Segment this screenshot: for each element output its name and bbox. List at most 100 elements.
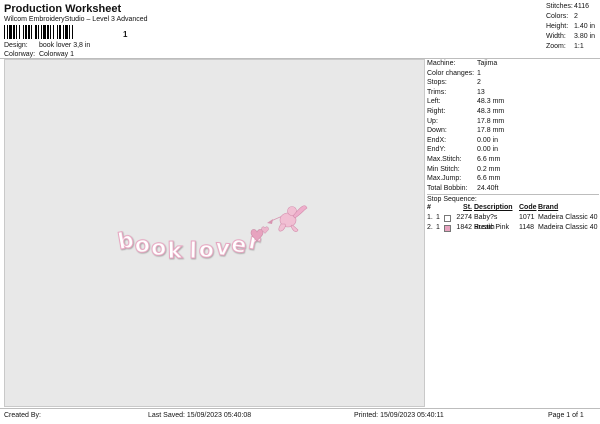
detail-label: Total Bobbin: [427,184,468,192]
detail-row: EndX: 0.00 in [427,136,599,146]
design-label: Design: [4,42,28,49]
design-letter: v [214,235,231,261]
detail-row: Machine: Tajima [427,59,599,69]
col-brand-header: Brand [538,204,559,212]
stat-label: Height: [546,23,569,30]
sequence-brand: Madeira Classic 40 [538,214,598,222]
design-lettering: boo k l o ver [115,227,262,264]
thread-swatch [444,213,452,223]
printed-date: Printed: 15/09/2023 05:40:11 [354,412,444,419]
detail-value: 0.00 in [477,136,499,144]
col-description-header: Description [474,204,513,212]
design-letter: o [198,238,214,264]
col-stop-header [436,203,444,213]
stitch-details-panel: Machine: Tajima Color changes: 1 Stops: 2 Trim… [427,59,599,407]
detail-row: Max.Jump: 6.6 mm [427,174,599,184]
col-stitches-header: St. [463,204,472,212]
detail-row: Down: 17.8 mm [427,126,599,136]
color-chip [444,214,451,222]
detail-row: Min Stitch: 0.2 mm [427,165,599,175]
design-letter: o [150,236,167,262]
sequence-header-row: # St. Description Code Brand [427,203,599,213]
software-name: Wilcom EmbroideryStudio – Level 3 Advanc… [4,16,148,23]
col-code-header: Code [519,204,537,212]
detail-value: 48.3 mm [477,98,505,106]
stat-value: 3.80 in [574,33,596,40]
stat-label: Colors: [546,13,569,20]
design-letter: l [189,239,197,264]
stat-width: Width: 3.80 in [546,32,595,42]
detail-label: EndX: [427,136,447,144]
page-title: Production Worksheet [4,3,122,15]
sequence-code: 1071 [519,214,535,222]
barcode-bar [73,25,75,39]
detail-row: EndY: 0.00 in [427,145,599,155]
detail-label: Color changes: [427,69,475,77]
design-letter: o [133,232,151,259]
detail-label: Left: [427,98,441,106]
detail-value: 6.6 mm [477,155,501,163]
sequence-index: 1. [427,214,433,222]
barcode-mark: 1 [123,30,128,39]
col-index-header: # [427,204,431,212]
detail-value: 6.6 mm [477,175,501,183]
design-letter: k [167,239,183,264]
detail-label: Min Stitch: [427,165,460,173]
detail-row: Up: 17.8 mm [427,117,599,127]
stat-value: 1:1 [574,43,584,50]
thread-swatch [444,223,452,233]
detail-value: 0.2 mm [477,165,501,173]
detail-value: 17.8 mm [477,117,505,125]
stat-label: Stitches: [546,3,573,10]
color-chip [444,224,451,232]
detail-label: Machine: [427,60,456,67]
detail-value: 17.8 mm [477,127,505,135]
sequence-brand: Madeira Classic 40 [538,224,598,232]
stat-label: Zoom: [546,43,566,50]
sequence-code: 1148 [519,224,535,232]
detail-row: Trims: 13 [427,88,599,98]
detail-value: 1 [477,69,481,77]
detail-row: Max.Stitch: 6.6 mm [427,155,599,165]
stat-height: Height: 1.40 in [546,22,595,32]
stat-value: 1.40 in [574,23,596,30]
design-letter: b [116,228,136,255]
design-name-row: Design: book lover 3,8 in [4,42,90,49]
detail-label: Right: [427,107,446,115]
detail-label: Trims: [427,88,447,96]
detail-value: 0.00 in [477,146,499,154]
stop-sequence-title: Stop Sequence: [427,196,477,204]
sequence-description: Baby?s Breath [474,214,498,232]
sequence-description: Rustic Pink [474,224,510,232]
stat-value: 4116 [574,3,590,10]
detail-label: EndY: [427,146,446,154]
detail-value: 48.3 mm [477,107,505,115]
detail-label: Down: [427,127,447,135]
sequence-stitches: 1842 [456,224,472,232]
stat-colors: Colors: 2 [546,12,595,22]
created-by: Created By: [4,412,41,419]
detail-label: Up: [427,117,438,125]
detail-label: Max.Stitch: [427,155,462,163]
embroidery-design: boo k l o ver [115,205,308,265]
sequence-index: 2. [427,224,433,232]
barcode [4,25,120,39]
colorway-value: Colorway 1 [38,51,74,58]
sequence-stop: 1 [436,224,440,232]
detail-value: 13 [477,88,485,96]
page-number: Page 1 of 1 [548,412,584,419]
detail-value: 2 [477,79,481,87]
design-stats: Stitches: 4116 Colors: 2 Height: 1.40 in Wi… [546,2,595,52]
detail-row: Right: 48.3 mm [427,107,599,117]
detail-row: Left: 48.3 mm [427,97,599,107]
detail-value: Tajima [477,60,498,67]
sequence-stop: 1 [436,214,440,222]
stop-sequence: Stop Sequence: # St. Description Code Br… [427,194,599,233]
detail-row: Total Bobbin: 24.40ft [427,184,599,194]
design-preview: booklover [4,59,425,407]
last-saved: Last Saved: 15/09/2023 05:40:08 [148,412,252,419]
sequence-row: 1. 1 2274 Baby?s Breath 1071 Madeira Classic … [427,213,599,232]
detail-value: 24.40ft [477,184,499,192]
detail-row: Stops: 2 [427,78,599,88]
cupid-icon [267,205,308,232]
